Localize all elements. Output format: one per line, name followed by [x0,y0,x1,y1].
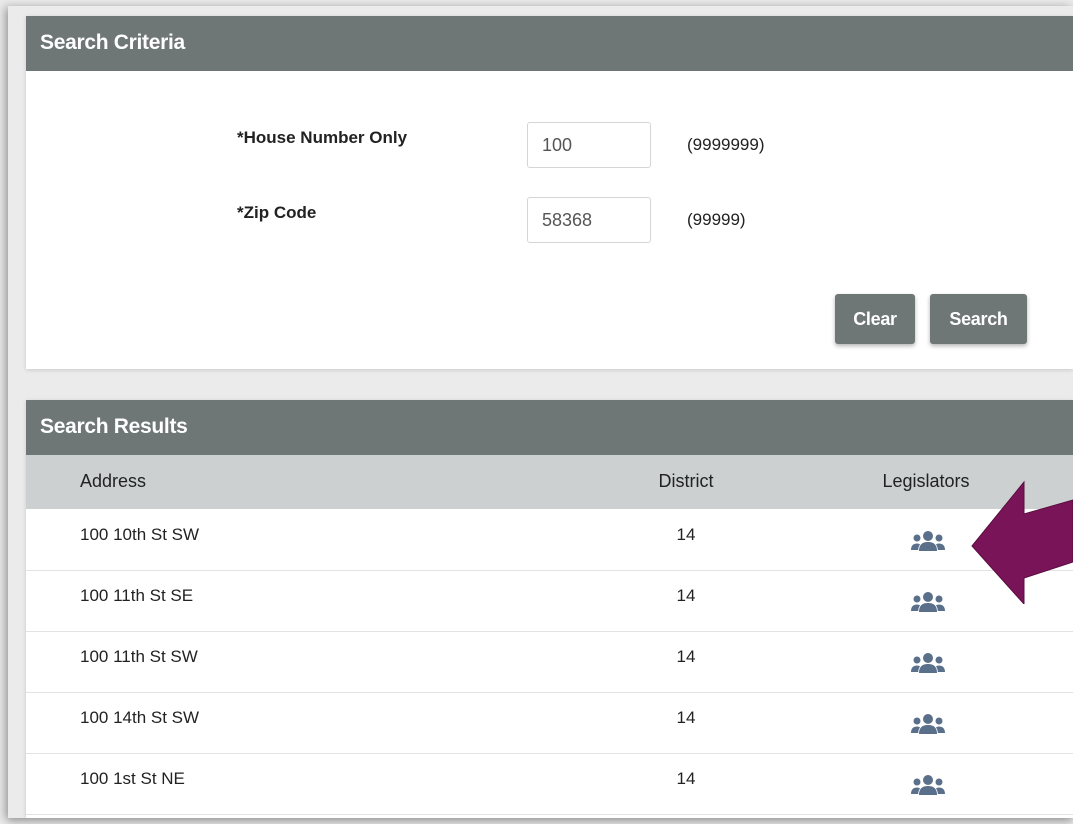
search-button[interactable]: Search [930,294,1027,344]
callout-arrow-icon [971,480,1073,604]
address-cell: 100 14th St SW [80,708,200,727]
address-cell: 100 10th St SW [80,525,200,544]
clear-button[interactable]: Clear [835,294,915,344]
district-cell: 14 [676,525,696,544]
zip-code-hint: (99999) [687,210,746,229]
address-cell: 100 1st St NE [80,769,185,788]
search-results-title: Search Results [26,400,1073,455]
table-row: 100 14th St SW 14 [26,692,1073,754]
district-cell: 14 [676,586,696,605]
page-frame: Search Criteria *House Number Only (9999… [8,6,1073,818]
table-row: 100 10th St SW 14 [26,509,1073,571]
house-number-label: *House Number Only [237,128,408,147]
table-row: 100 1st St NE 14 [26,753,1073,815]
search-criteria-title: Search Criteria [26,16,1073,71]
legislators-group-icon[interactable] [911,529,945,553]
district-cell: 14 [676,769,696,788]
house-number-input[interactable] [527,122,651,168]
column-header-district[interactable]: District [636,471,736,492]
district-cell: 14 [676,708,696,727]
table-row: 100 11th St SW 14 [26,631,1073,693]
legislators-group-icon[interactable] [911,773,945,797]
legislators-group-icon[interactable] [911,590,945,614]
zip-code-row: *Zip Code (99999) [26,197,1073,247]
legislators-group-icon[interactable] [911,712,945,736]
search-criteria-panel: Search Criteria *House Number Only (9999… [26,16,1073,369]
address-cell: 100 11th St SE [80,586,194,605]
zip-code-input[interactable] [527,197,651,243]
district-cell: 14 [676,647,696,666]
address-cell: 100 11th St SW [80,647,198,666]
column-header-address[interactable]: Address [80,471,146,492]
house-number-hint: (9999999) [687,135,765,154]
house-number-row: *House Number Only (9999999) [26,122,1073,172]
search-results-panel: Search Results Address District Legislat… [26,400,1073,818]
results-table-header: Address District Legislators [26,455,1073,509]
zip-code-label: *Zip Code [237,203,317,222]
legislators-group-icon[interactable] [911,651,945,675]
table-row: 100 11th St SE 14 [26,570,1073,632]
